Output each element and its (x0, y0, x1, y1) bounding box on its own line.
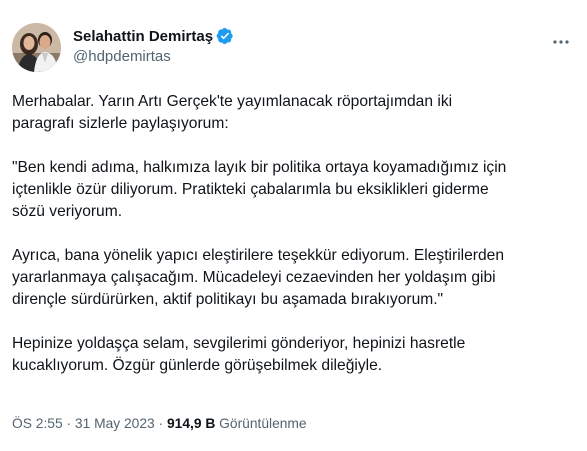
tweet-paragraph: Ayrıca, bana yönelik yapıcı eleştirilere… (12, 247, 505, 308)
tweet-card: Selahattin Demirtaş @hdpdemirtas Merhaba… (0, 0, 587, 451)
meta-separator: · (158, 416, 164, 431)
tweet-time[interactable]: ÖS 2:55 (12, 416, 63, 431)
tweet-paragraph: "Ben kendi adıma, halkımıza layık bir po… (12, 159, 507, 220)
tweet-date[interactable]: 31 May 2023 (75, 416, 155, 431)
tweet-text: Merhabalar. Yarın Artı Gerçek'te yayımla… (12, 91, 577, 399)
meta-separator: · (66, 416, 72, 431)
tweet-header: Selahattin Demirtaş @hdpdemirtas (12, 22, 575, 74)
user-handle[interactable]: @hdpdemirtas (73, 48, 234, 65)
display-name-row: Selahattin Demirtaş (73, 25, 234, 47)
tweet-paragraph: Merhabalar. Yarın Artı Gerçek'te yayımla… (12, 93, 453, 132)
display-name[interactable]: Selahattin Demirtaş (73, 28, 213, 45)
tweet-paragraph: Hepinize yoldaşça selam, sevgilerimi gön… (12, 335, 466, 374)
user-block: Selahattin Demirtaş @hdpdemirtas (73, 25, 234, 65)
views-label: Görüntülenme (219, 416, 307, 431)
more-options-icon[interactable] (551, 32, 571, 52)
tweet-meta: ÖS 2:55 · 31 May 2023 · 914,9 B Görüntül… (12, 416, 307, 431)
verified-badge-icon (216, 27, 234, 45)
avatar[interactable] (12, 23, 61, 72)
views-count: 914,9 B (167, 416, 216, 431)
